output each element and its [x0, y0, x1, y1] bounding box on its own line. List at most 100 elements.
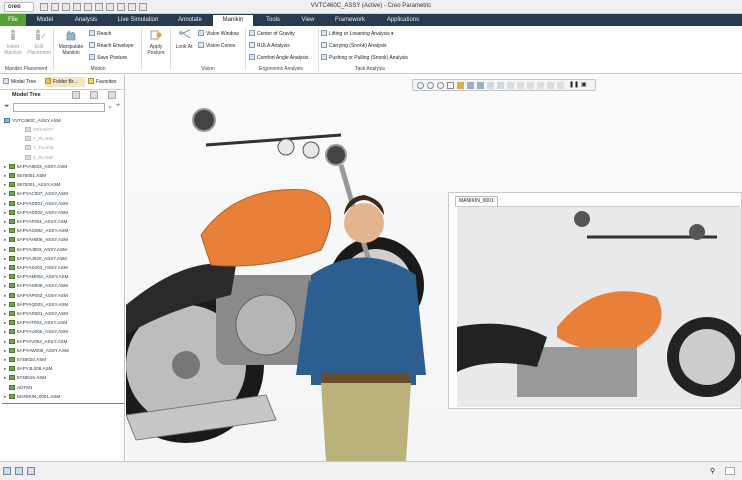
vision-window-button[interactable]: Vision Window	[198, 30, 239, 37]
tab-manikin[interactable]: Manikin	[213, 15, 253, 26]
tree-search-input[interactable]	[13, 103, 105, 112]
tab-folder-browser[interactable]: Folder Br...	[45, 77, 85, 87]
look-at-button[interactable]: Look At	[172, 29, 196, 50]
tree-item[interactable]: ▸ 6APYAW005_ASSY.ASM	[4, 347, 122, 356]
display-style-icon[interactable]	[487, 82, 494, 89]
tree-item[interactable]: ▸ 6APYAH006_ASSY.ASM	[4, 236, 122, 245]
filter-icon[interactable]: ⏷	[4, 103, 10, 111]
tree-item[interactable]: ▸ 6APYAN005_ASSY.ASM	[4, 282, 122, 291]
tab-analysis[interactable]: Analysis	[68, 15, 104, 26]
repaint-icon[interactable]	[447, 82, 454, 89]
tree-item-label: 6APYAM002_ASSY.ASM	[17, 274, 69, 280]
tab-favorites[interactable]: Favorites	[88, 77, 124, 87]
tree-item[interactable]: ▸ 6APYJL008.ASM	[4, 365, 122, 374]
tree-item[interactable]: ▸ 6575001_ASSY.ASM	[4, 181, 122, 190]
perspective-icon[interactable]	[457, 82, 464, 89]
tree-item[interactable]: ▸ 6APYAT003_ASSY.ASM	[4, 319, 122, 328]
tab-framework[interactable]: Framework	[328, 15, 372, 26]
tree-item[interactable]: ▸ 6APYAC007_ASSY.ASM	[4, 190, 122, 199]
tree-columns-icon[interactable]	[108, 91, 116, 99]
tree-item[interactable]: F_PLANE	[20, 135, 138, 144]
lifting-lowering-analysis-button[interactable]: Lifting or Lowering Analysis ▾	[321, 30, 394, 37]
tree-insert-indicator	[2, 403, 124, 404]
tree-item[interactable]: ADTM1	[4, 384, 122, 393]
tab-model-tree[interactable]: Model Tree	[3, 77, 43, 87]
display-settings-icon[interactable]: ▣	[581, 82, 588, 89]
tree-item[interactable]: ▸ 6APYA8003_ASSY.ASM	[4, 163, 122, 172]
tab-applications[interactable]: Applications	[380, 15, 426, 26]
vision-window[interactable]: MANIKIN_0001	[448, 192, 742, 409]
tree-item-label: 6APYAP003_ASSY.ASM	[17, 292, 68, 298]
model-tree-header: Model Tree	[12, 92, 41, 98]
insert-manikin-button[interactable]: Insert Manikin	[2, 29, 24, 56]
tree-item[interactable]: ▸ 6APYAG002_ASSY.ASM	[4, 227, 122, 236]
save-posture-button[interactable]: Save Posture	[89, 54, 127, 61]
csys-display-icon[interactable]	[547, 82, 554, 89]
tab-live-simulation[interactable]: Live Simulation	[110, 15, 166, 26]
tab-file[interactable]: File	[0, 14, 26, 26]
status-bar: ⚲	[0, 461, 742, 480]
spin-center-icon[interactable]	[537, 82, 544, 89]
tree-item-label: 6APYAT003_ASSY.ASM	[17, 320, 68, 326]
component-icon	[9, 200, 15, 206]
view-manager-icon[interactable]	[467, 82, 474, 89]
add-icon[interactable]: +	[116, 102, 120, 109]
rula-analysis-button[interactable]: RULA Analysis	[249, 42, 290, 49]
tree-item[interactable]: ▸ 6APYAK003_ASSY.ASM	[4, 264, 122, 273]
tree-item[interactable]: ▸ 6748020.ASM	[4, 356, 122, 365]
collapse-icon[interactable]: ⌄	[107, 102, 113, 110]
refit-icon[interactable]	[417, 82, 424, 89]
pause-icon[interactable]: ❚❚	[569, 82, 579, 89]
tree-filters-icon[interactable]	[90, 91, 98, 99]
tree-item[interactable]: ▸ 6575001.ASM	[4, 172, 122, 181]
tree-item[interactable]: ▸ 6APYAV004_ASSY.ASM	[4, 338, 122, 347]
full-screen-icon[interactable]	[27, 467, 35, 475]
lifting-lowering-label: Lifting or Lowering Analysis	[329, 31, 390, 37]
reach-envelope-button[interactable]: Reach Envelope	[89, 42, 134, 49]
zoom-in-icon[interactable]	[427, 82, 434, 89]
tree-item[interactable]: ▸ 6APYAJ020_ASSY.ASM	[4, 255, 122, 264]
annotation-display-icon[interactable]	[527, 82, 534, 89]
show-browser-icon[interactable]	[15, 467, 23, 475]
tab-annotate[interactable]: Annotate	[172, 15, 208, 26]
tree-item[interactable]: ▸ 6APYAU005_ASSY.ASM	[4, 328, 122, 337]
zoom-out-icon[interactable]	[437, 82, 444, 89]
datum-display-icon[interactable]	[517, 82, 524, 89]
tree-item[interactable]: ▸ 6APYAM002_ASSY.ASM	[4, 273, 122, 282]
tree-item[interactable]: ▸ 6APYAJ003_ASSY.ASM	[4, 246, 122, 255]
vision-cones-button[interactable]: Vision Cones	[198, 42, 235, 49]
tree-item[interactable]: ▸ 6APYAD001_ASSY.ASM	[4, 200, 122, 209]
selection-filter-dropdown[interactable]	[725, 467, 735, 475]
pushing-pulling-analysis-button[interactable]: Pushing or Pulling (Snook) Analysis	[321, 54, 408, 61]
show-navigator-icon[interactable]	[3, 467, 11, 475]
hidden-line-icon[interactable]	[507, 82, 514, 89]
tree-item[interactable]: ▸ MANIKIN_0001.ASM	[4, 393, 122, 402]
tab-tools[interactable]: Tools	[258, 15, 288, 26]
tree-item[interactable]: ▸ 6APYAD003_ASSY.ASM	[4, 209, 122, 218]
edit-placement-button[interactable]: Edit Placement	[27, 29, 51, 56]
reach-envelope-icon	[89, 42, 95, 48]
tree-item[interactable]: ▸ 6APYAQ003_ASSY.ASM	[4, 301, 122, 310]
tab-view[interactable]: View	[295, 15, 321, 26]
tab-model[interactable]: Model	[30, 15, 60, 26]
tree-item[interactable]: ▸ 6APYAR001_ASSY.ASM	[4, 310, 122, 319]
saved-orientations-icon[interactable]	[477, 82, 484, 89]
tree-root[interactable]: VVTC460C_ASSY.ASM	[4, 117, 122, 126]
tree-item[interactable]: Y_PLANE	[20, 144, 138, 153]
apply-posture-button[interactable]: Apply Posture	[143, 29, 169, 56]
section-icon[interactable]	[497, 82, 504, 89]
reach-button[interactable]: Reach	[89, 30, 111, 37]
comfort-angle-analysis-button[interactable]: Comfort Angle Analysis	[249, 54, 308, 61]
tree-settings-icon[interactable]	[72, 91, 80, 99]
center-of-gravity-button[interactable]: Center of Gravity	[249, 30, 295, 37]
tree-item[interactable]: ▸ 6748016.ASM	[4, 374, 122, 383]
find-icon[interactable]: ⚲	[710, 467, 719, 475]
tree-item[interactable]: ▸ 6APYAF001_ASSY.ASM	[4, 218, 122, 227]
tree-item[interactable]: ▸ 6APYAP003_ASSY.ASM	[4, 292, 122, 301]
point-display-icon[interactable]	[557, 82, 564, 89]
tree-item[interactable]: DRIVEOT	[20, 126, 138, 135]
carrying-analysis-button[interactable]: Carrying (Snook) Analysis	[321, 42, 387, 49]
edit-placement-label: Edit Placement	[27, 44, 51, 56]
manipulate-manikin-button[interactable]: Manipulate Manikin	[56, 29, 86, 56]
tree-item[interactable]: Z_PLANE	[20, 154, 138, 163]
